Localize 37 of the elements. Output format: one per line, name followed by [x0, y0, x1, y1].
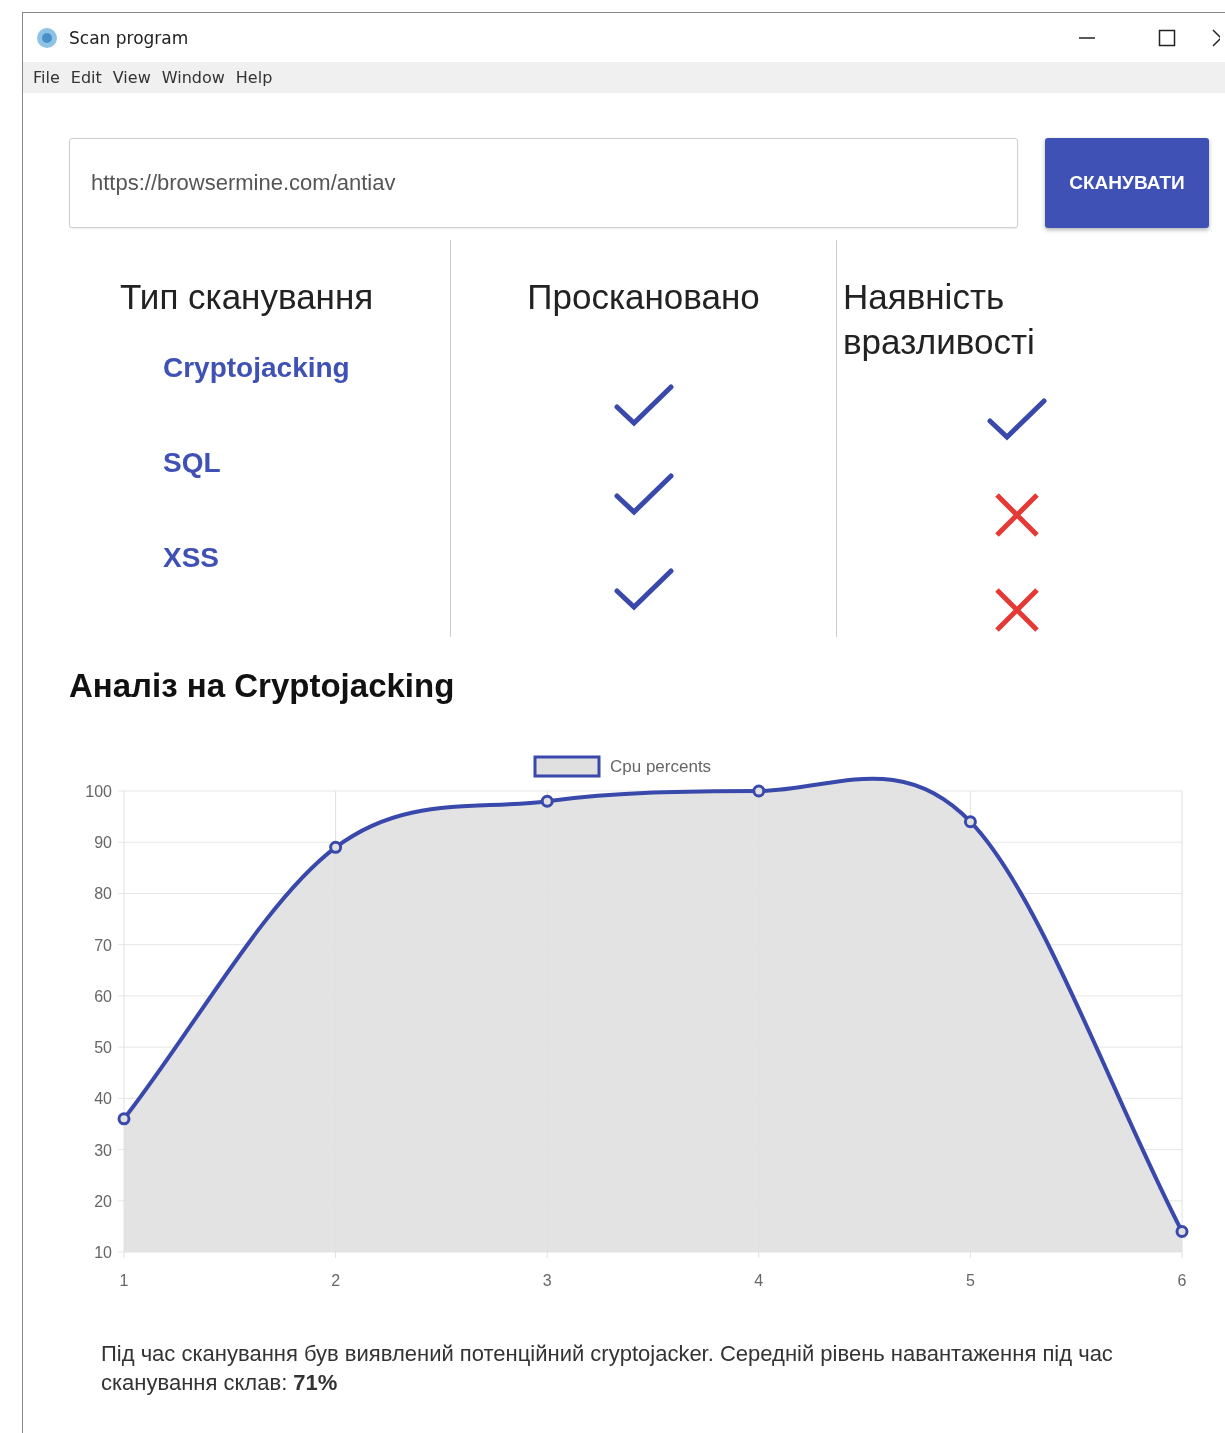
- menu-item[interactable]: View: [112, 68, 160, 87]
- menu-item[interactable]: File: [33, 68, 69, 87]
- section-title: Аналіз на Cryptojacking: [69, 667, 456, 705]
- menu-item[interactable]: Window: [161, 68, 234, 87]
- axis-label: 50: [94, 1039, 112, 1057]
- axis-label: 2: [331, 1272, 341, 1289]
- axis-label: 20: [94, 1192, 112, 1210]
- axis-label: 70: [94, 936, 112, 954]
- url-field[interactable]: https://browsermine.com/antiav: [69, 138, 1018, 228]
- app-icon: [35, 25, 59, 50]
- legend-swatch: [533, 755, 601, 778]
- axis-label: 1: [119, 1272, 129, 1289]
- axis-label: 40: [94, 1090, 112, 1108]
- data-point: [752, 784, 766, 798]
- scan-type-label: XSS: [163, 542, 220, 574]
- legend-label: Cpu percents: [610, 757, 712, 776]
- column-header: Проскановано: [527, 276, 760, 318]
- maximize-icon[interactable]: [1158, 28, 1176, 47]
- column-header: Тип сканування: [120, 276, 374, 318]
- column-header: Наявність вразливості: [843, 276, 1036, 363]
- scan-type-label: SQL: [163, 447, 221, 479]
- axis-label: 10: [94, 1244, 112, 1261]
- window-title: Scan program: [69, 27, 190, 48]
- axis-label: 80: [94, 885, 112, 903]
- axis-label: 100: [85, 783, 112, 800]
- menu-item[interactable]: Help: [235, 68, 282, 87]
- axis-label: 30: [94, 1141, 112, 1159]
- scan-button[interactable]: СКАНУВАТИ: [1045, 138, 1209, 228]
- menu-item[interactable]: Edit: [70, 68, 111, 87]
- axis-label: 6: [1177, 1272, 1187, 1289]
- axis-label: 60: [94, 987, 112, 1005]
- axis-label: 90: [94, 834, 112, 852]
- axis-label: 5: [965, 1272, 975, 1289]
- axis-label: 4: [754, 1272, 764, 1289]
- axis-label: 3: [542, 1272, 552, 1289]
- scan-type-label: Cryptojacking: [163, 352, 350, 384]
- summary-text: Під час сканування був виявлений потенційний cryptojacker. Середній рівень навантаження під час сканування склав: 71%: [101, 1340, 1114, 1397]
